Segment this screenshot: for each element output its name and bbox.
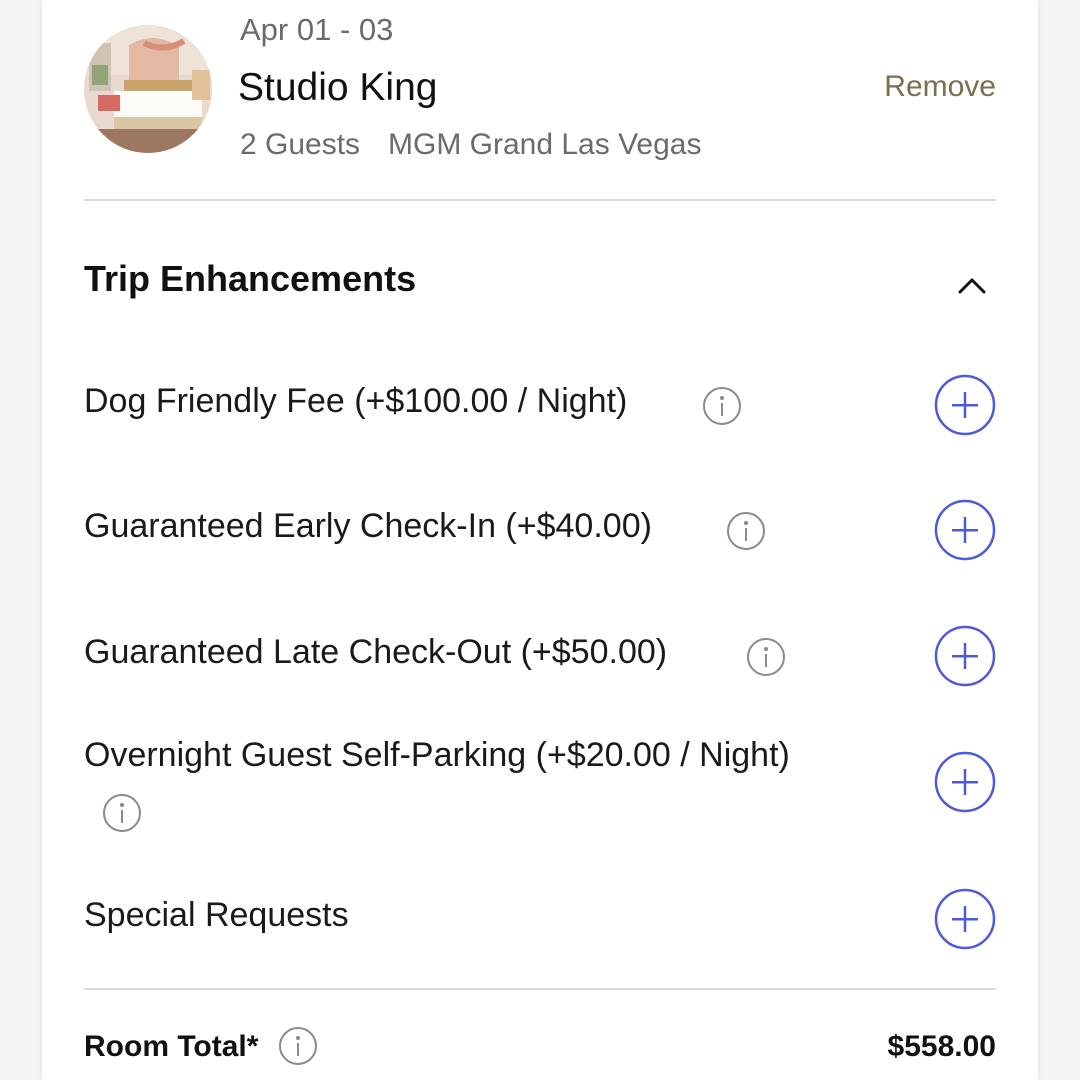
info-icon[interactable] — [726, 511, 766, 551]
enhancement-label: Guaranteed Early Check-In (+$40.00) — [84, 507, 652, 545]
room-total-value: $558.00 — [887, 1030, 996, 1063]
guest-count: 2 Guests — [240, 128, 361, 161]
enhancement-label: Dog Friendly Fee (+$100.00 / Night) — [84, 382, 628, 420]
add-enhancement-button[interactable] — [934, 374, 996, 436]
enhancement-label: Overnight Guest Self-Parking (+$20.00 / … — [84, 736, 790, 774]
room-dates: Apr 01 - 03 — [240, 12, 394, 47]
room-name: Studio King — [238, 66, 438, 109]
enhancement-label: Special Requests — [84, 896, 349, 934]
room-total-label: Room Total* — [84, 1030, 259, 1063]
divider — [84, 988, 996, 990]
info-icon[interactable] — [746, 637, 786, 677]
add-enhancement-button[interactable] — [934, 888, 996, 950]
enhancement-row: Special Requests — [84, 888, 996, 950]
divider — [84, 199, 996, 201]
room-photo — [84, 25, 212, 153]
enhancement-row: Dog Friendly Fee (+$100.00 / Night) — [84, 374, 996, 436]
info-icon[interactable] — [278, 1026, 318, 1066]
cart-card: Apr 01 - 03 Studio King 2 Guests MGM Gra… — [42, 0, 1038, 1080]
info-icon[interactable] — [702, 386, 742, 426]
enhancement-row: Guaranteed Early Check-In (+$40.00) — [84, 499, 996, 561]
remove-button[interactable]: Remove — [884, 70, 996, 104]
chevron-up-icon[interactable] — [956, 270, 988, 302]
hotel-name: MGM Grand Las Vegas — [388, 128, 702, 161]
section-title: Trip Enhancements — [84, 258, 417, 299]
enhancement-row: Guaranteed Late Check-Out (+$50.00) — [84, 625, 996, 687]
enhancement-label: Guaranteed Late Check-Out (+$50.00) — [84, 633, 668, 671]
enhancement-row: Overnight Guest Self-Parking (+$20.00 / … — [84, 736, 996, 836]
info-icon[interactable] — [102, 793, 142, 833]
add-enhancement-button[interactable] — [934, 751, 996, 813]
add-enhancement-button[interactable] — [934, 625, 996, 687]
add-enhancement-button[interactable] — [934, 499, 996, 561]
room-summary: Apr 01 - 03 Studio King 2 Guests MGM Gra… — [42, 0, 1038, 200]
